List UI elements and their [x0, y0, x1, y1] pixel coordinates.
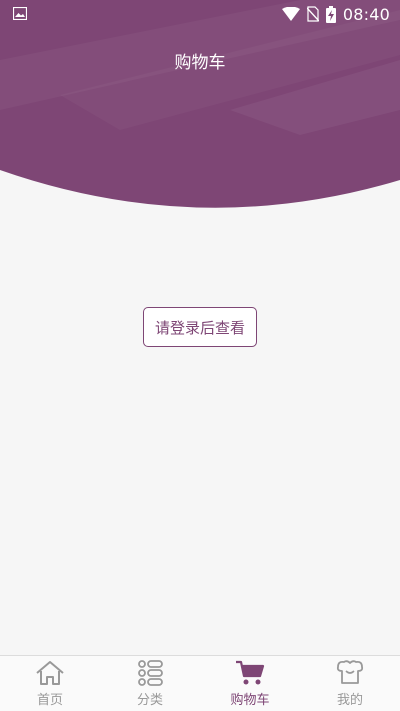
login-to-view-button[interactable]: 请登录后查看 — [143, 307, 257, 347]
home-icon — [36, 661, 64, 685]
status-right-group: 08:40 — [281, 3, 390, 25]
tab-home[interactable]: 首页 — [0, 656, 100, 711]
header-banner — [0, 0, 400, 211]
status-time: 08:40 — [342, 4, 390, 24]
header-background — [0, 0, 400, 208]
status-bar: 08:40 — [0, 0, 400, 28]
no-sim-icon — [306, 6, 319, 22]
tab-home-label: 首页 — [36, 693, 63, 708]
tab-cart-label: 购物车 — [230, 693, 270, 708]
profile-icon — [336, 660, 364, 684]
battery-charging-icon — [325, 5, 336, 23]
wifi-icon — [281, 7, 300, 21]
tab-profile-label: 我的 — [336, 693, 363, 708]
tab-category-label: 分类 — [136, 693, 163, 708]
tab-category[interactable]: 分类 — [100, 656, 200, 711]
category-list-icon — [138, 660, 163, 686]
cart-icon — [236, 660, 265, 685]
image-notification-icon — [13, 7, 27, 20]
page-title: 购物车 — [174, 53, 226, 73]
tab-cart[interactable]: 购物车 — [200, 656, 300, 711]
bottom-tab-bar: 首页 分类 购物车 我的 — [0, 655, 400, 711]
tab-profile[interactable]: 我的 — [300, 656, 400, 711]
